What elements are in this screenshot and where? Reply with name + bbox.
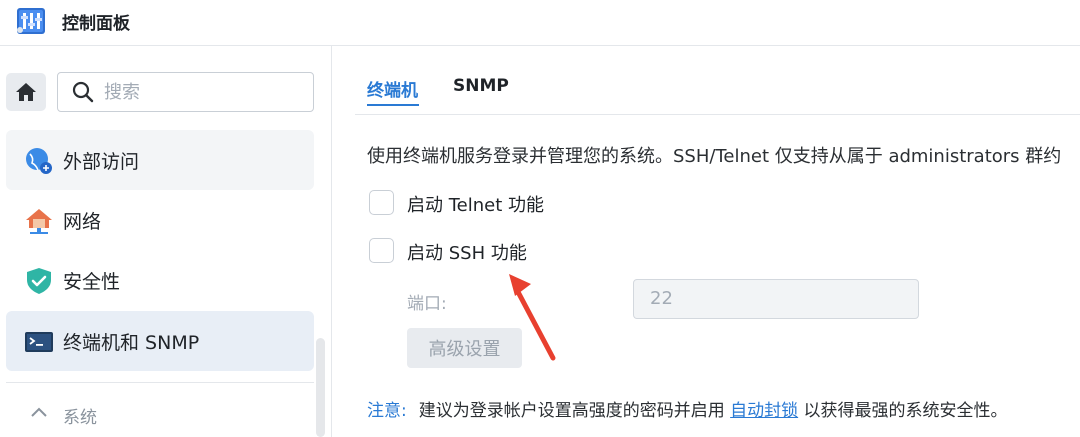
globe-icon xyxy=(26,148,52,174)
sidebar: 外部访问 网络 安全性 终端机和 SNMP 系统 xyxy=(0,46,332,437)
ssh-checkbox[interactable] xyxy=(369,238,394,263)
window-title: 控制面板 xyxy=(62,14,130,34)
terminal-icon xyxy=(25,332,53,352)
home-icon xyxy=(16,83,36,101)
chevron-up-icon xyxy=(31,407,47,417)
shield-check-icon xyxy=(27,268,51,294)
telnet-checkbox-label[interactable]: 启动 Telnet 功能 xyxy=(407,191,544,217)
home-button[interactable] xyxy=(6,73,46,111)
sidebar-item-external-access[interactable]: 外部访问 xyxy=(6,130,314,190)
search-icon xyxy=(72,81,94,103)
main-panel: 终端机 SNMP 使用终端机服务登录并管理您的系统。SSH/Telnet 仅支持… xyxy=(333,46,1080,437)
network-house-icon xyxy=(26,209,52,234)
telnet-checkbox[interactable] xyxy=(369,190,394,215)
note-prefix: 注意: xyxy=(367,401,407,421)
sidebar-item-network[interactable]: 网络 xyxy=(6,190,314,250)
search-field[interactable] xyxy=(57,72,314,112)
sidebar-item-label: 终端机和 SNMP xyxy=(63,332,200,354)
port-label: 端口: xyxy=(407,294,447,314)
sidebar-item-label: 安全性 xyxy=(63,271,121,293)
sidebar-section-label: 系统 xyxy=(63,408,97,428)
sidebar-item-security[interactable]: 安全性 xyxy=(6,250,314,310)
sidebar-item-label: 外部访问 xyxy=(63,151,140,173)
tab-terminal[interactable]: 终端机 xyxy=(367,76,418,101)
search-input[interactable] xyxy=(104,80,304,104)
title-bar: 控制面板 xyxy=(0,0,1080,46)
auto-block-link[interactable]: 自动封锁 xyxy=(730,401,798,421)
sidebar-divider xyxy=(6,382,314,383)
annotation-arrow-icon xyxy=(509,274,556,361)
description-text: 使用终端机服务登录并管理您的系统。SSH/Telnet 仅支持从属于 admin… xyxy=(367,146,1062,167)
note-text: 注意: 建议为登录帐户设置高强度的密码并启用 自动封锁 以获得最强的系统安全性。 xyxy=(367,396,1008,421)
note-tail: 以获得最强的系统安全性。 xyxy=(803,401,1008,421)
active-tab-indicator xyxy=(367,104,419,106)
sidebar-scrollbar[interactable] xyxy=(316,338,325,437)
tab-snmp[interactable]: SNMP xyxy=(453,76,509,96)
control-panel-icon xyxy=(17,8,45,34)
port-value: 22 xyxy=(650,288,673,309)
port-input[interactable]: 22 xyxy=(633,279,919,319)
sidebar-item-terminal-snmp[interactable]: 终端机和 SNMP xyxy=(6,311,314,371)
note-body: 建议为登录帐户设置高强度的密码并启用 xyxy=(418,401,725,421)
sidebar-item-label: 网络 xyxy=(63,211,102,233)
ssh-checkbox-label[interactable]: 启动 SSH 功能 xyxy=(407,239,527,265)
tabs-divider xyxy=(355,114,1080,115)
